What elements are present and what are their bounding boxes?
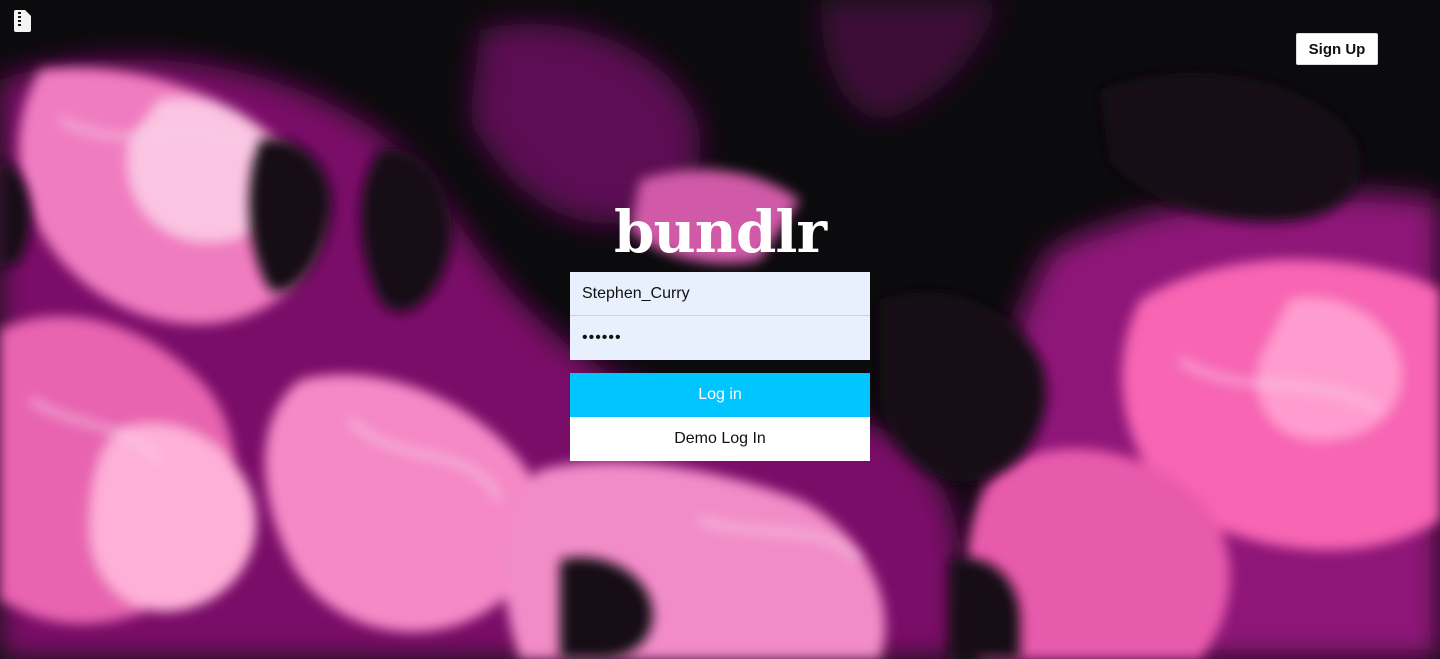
zip-teeth <box>18 12 21 27</box>
demo-log-in-button[interactable]: Demo Log In <box>570 417 870 461</box>
zip-file-icon[interactable] <box>14 10 31 32</box>
password-input[interactable] <box>570 316 870 360</box>
login-form: Log in Demo Log In <box>570 272 870 461</box>
app-title: bundlr <box>613 198 827 266</box>
username-input[interactable] <box>570 272 870 316</box>
sign-up-button[interactable]: Sign Up <box>1296 33 1378 65</box>
log-in-button[interactable]: Log in <box>570 373 870 417</box>
